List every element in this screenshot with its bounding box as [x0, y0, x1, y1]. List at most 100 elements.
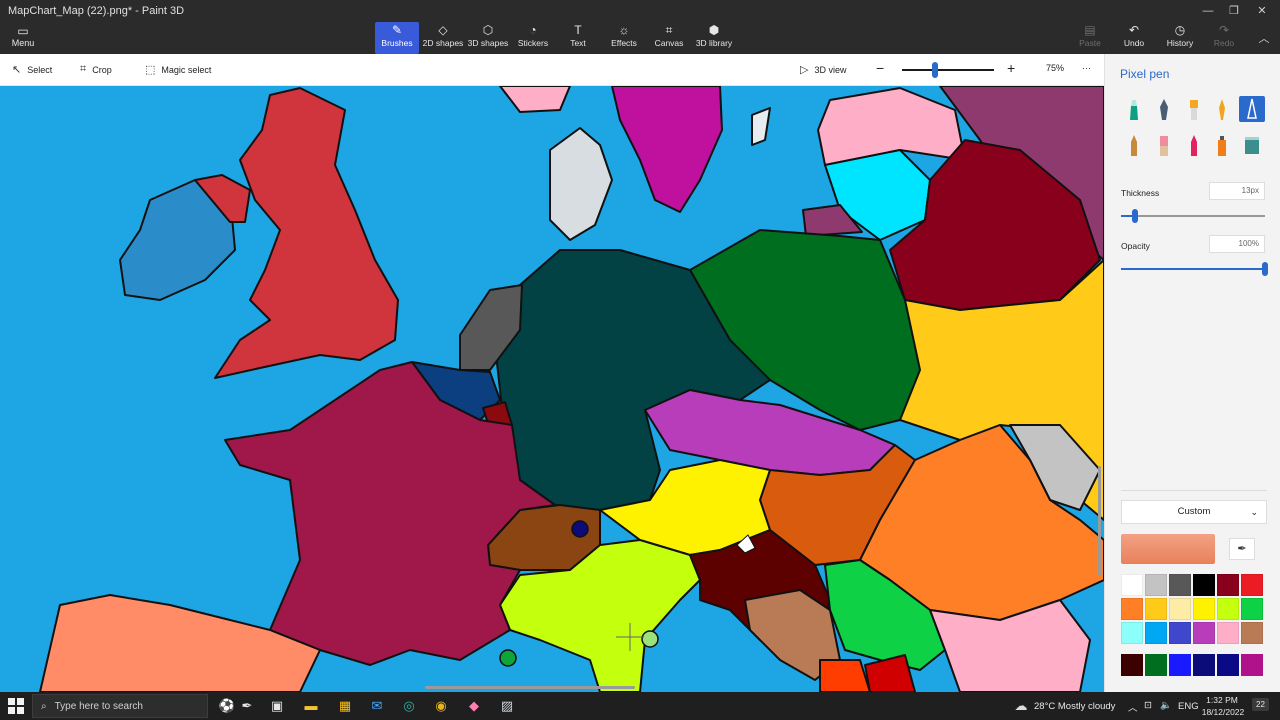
windows-start-icon[interactable] — [8, 698, 24, 714]
opacity-slider-thumb[interactable] — [1262, 262, 1268, 276]
minimize-icon[interactable]: — — [1196, 2, 1220, 20]
pen-widget-icon[interactable]: ✒ — [238, 697, 256, 715]
tab-text[interactable]: T Text — [556, 22, 600, 54]
color-swatch[interactable] — [1241, 654, 1263, 676]
menu-button[interactable]: ▭ Menu — [8, 24, 38, 52]
store-icon[interactable]: ▦ — [336, 697, 354, 715]
notifications-badge[interactable]: 22 — [1252, 698, 1269, 711]
tab-3d-library[interactable]: ⬢ 3D library — [692, 22, 736, 54]
tab-stickers[interactable]: ◔ Stickers — [511, 22, 555, 54]
drawing-canvas[interactable] — [0, 86, 1104, 692]
view-3d-button[interactable]: ▷ 3D view — [800, 63, 846, 76]
color-swatch[interactable] — [1145, 654, 1167, 676]
thickness-slider-track[interactable] — [1121, 215, 1265, 217]
thickness-input[interactable]: 13px — [1209, 182, 1265, 200]
file-explorer-icon[interactable]: ▬ — [302, 697, 320, 715]
library-3d-icon: ⬢ — [708, 23, 720, 37]
color-swatch[interactable] — [1145, 622, 1167, 644]
cursor-icon: ↖ — [12, 64, 22, 76]
panel-title: Pixel pen — [1120, 67, 1170, 81]
spray-can-icon — [1218, 136, 1226, 156]
eraser-button[interactable] — [1151, 132, 1177, 158]
color-swatch[interactable] — [1121, 622, 1143, 644]
pencil-button[interactable] — [1121, 132, 1147, 158]
color-swatch[interactable] — [1169, 574, 1191, 596]
panel-divider — [1121, 490, 1267, 491]
redo-button[interactable]: ↷ Redo — [1202, 22, 1246, 54]
eyedropper-icon[interactable]: ✒ — [1229, 538, 1255, 560]
europe-map[interactable] — [0, 86, 1104, 692]
crop-button[interactable]: ⌗ Crop — [80, 63, 112, 76]
maximize-icon[interactable]: ❐ — [1222, 2, 1246, 20]
color-swatch[interactable] — [1193, 622, 1215, 644]
opacity-input[interactable]: 100% — [1209, 235, 1265, 253]
undo-button[interactable]: ↶ Undo — [1112, 22, 1156, 54]
paste-button[interactable]: ▤ Paste — [1068, 22, 1112, 54]
color-swatch[interactable] — [1145, 598, 1167, 620]
folder-icon: ▭ — [17, 24, 29, 38]
color-swatch[interactable] — [1241, 598, 1263, 620]
vertical-scrollbar[interactable] — [1098, 466, 1101, 576]
color-swatch[interactable] — [1169, 622, 1191, 644]
close-icon[interactable]: ✕ — [1250, 2, 1274, 20]
news-widget-icon[interactable]: ⚽ — [218, 697, 236, 715]
taskbar-search[interactable]: ⌕ Type here to search — [32, 694, 208, 718]
fill-bucket-icon — [1245, 137, 1259, 154]
oil-brush-button[interactable] — [1181, 96, 1207, 122]
zoom-slider-track[interactable] — [902, 69, 994, 71]
crayon-button[interactable] — [1181, 132, 1207, 158]
current-color-swatch[interactable] — [1121, 534, 1215, 564]
color-swatch[interactable] — [1217, 574, 1239, 596]
mail-icon[interactable]: ✉ — [368, 697, 386, 715]
chevron-up-icon[interactable]: ︿ — [1252, 30, 1276, 48]
select-button[interactable]: ↖ Select — [12, 63, 52, 76]
language-indicator[interactable]: ENG — [1178, 701, 1199, 712]
color-swatch[interactable] — [1217, 622, 1239, 644]
tab-canvas[interactable]: ⌗ Canvas — [647, 22, 691, 54]
pixel-pen-button[interactable] — [1239, 96, 1265, 122]
tab-brushes[interactable]: ✎ Brushes — [375, 22, 419, 54]
color-swatch[interactable] — [1217, 598, 1239, 620]
zoom-out-icon[interactable]: − — [876, 60, 884, 76]
spray-can-button[interactable] — [1209, 132, 1235, 158]
task-view-icon[interactable]: ▣ — [268, 697, 286, 715]
color-swatch[interactable] — [1193, 598, 1215, 620]
more-options-icon[interactable]: ··· — [1082, 63, 1091, 73]
weather-text[interactable]: 28°C Mostly cloudy — [1034, 701, 1115, 712]
paint-3d-icon[interactable]: ◆ — [465, 697, 483, 715]
volume-icon[interactable]: 🔈 — [1160, 700, 1172, 711]
zoom-in-icon[interactable]: + — [1007, 60, 1015, 76]
thickness-slider-thumb[interactable] — [1132, 209, 1138, 223]
tab-2d-shapes[interactable]: ◇ 2D shapes — [421, 22, 465, 54]
color-swatch[interactable] — [1241, 622, 1263, 644]
color-swatch[interactable] — [1193, 574, 1215, 596]
calligraphy-pen-button[interactable] — [1151, 96, 1177, 122]
edge-icon[interactable]: ◎ — [400, 697, 418, 715]
color-swatch[interactable] — [1193, 654, 1215, 676]
network-icon[interactable]: ⊡ — [1144, 700, 1152, 711]
weather-icon[interactable]: ☁ — [1012, 697, 1030, 715]
color-swatch[interactable] — [1121, 598, 1143, 620]
horizontal-scrollbar[interactable] — [425, 686, 635, 689]
tab-3d-shapes[interactable]: ⬡ 3D shapes — [466, 22, 510, 54]
magic-select-button[interactable]: ⬚ Magic select — [145, 63, 211, 76]
tab-effects[interactable]: ☼ Effects — [602, 22, 646, 54]
color-swatch[interactable] — [1217, 654, 1239, 676]
color-mode-dropdown[interactable]: Custom ⌄ — [1121, 500, 1267, 524]
color-swatch[interactable] — [1241, 574, 1263, 596]
clock-time[interactable]: 1:32 PM — [1202, 695, 1242, 705]
color-swatch[interactable] — [1121, 654, 1143, 676]
fill-button[interactable] — [1239, 132, 1265, 158]
watercolor-button[interactable] — [1209, 96, 1235, 122]
zoom-slider-thumb[interactable] — [932, 62, 938, 78]
chrome-icon[interactable]: ◉ — [432, 697, 450, 715]
clock-date[interactable]: 18/12/2022 — [1200, 707, 1246, 717]
color-swatch[interactable] — [1121, 574, 1143, 596]
snipping-tool-icon[interactable]: ▨ — [498, 697, 516, 715]
history-button[interactable]: ◷ History — [1158, 22, 1202, 54]
color-swatch[interactable] — [1169, 598, 1191, 620]
marker-brush-button[interactable] — [1121, 96, 1147, 122]
color-swatch[interactable] — [1145, 574, 1167, 596]
color-swatch[interactable] — [1169, 654, 1191, 676]
chevron-up-icon[interactable]: ︿ — [1128, 700, 1138, 714]
